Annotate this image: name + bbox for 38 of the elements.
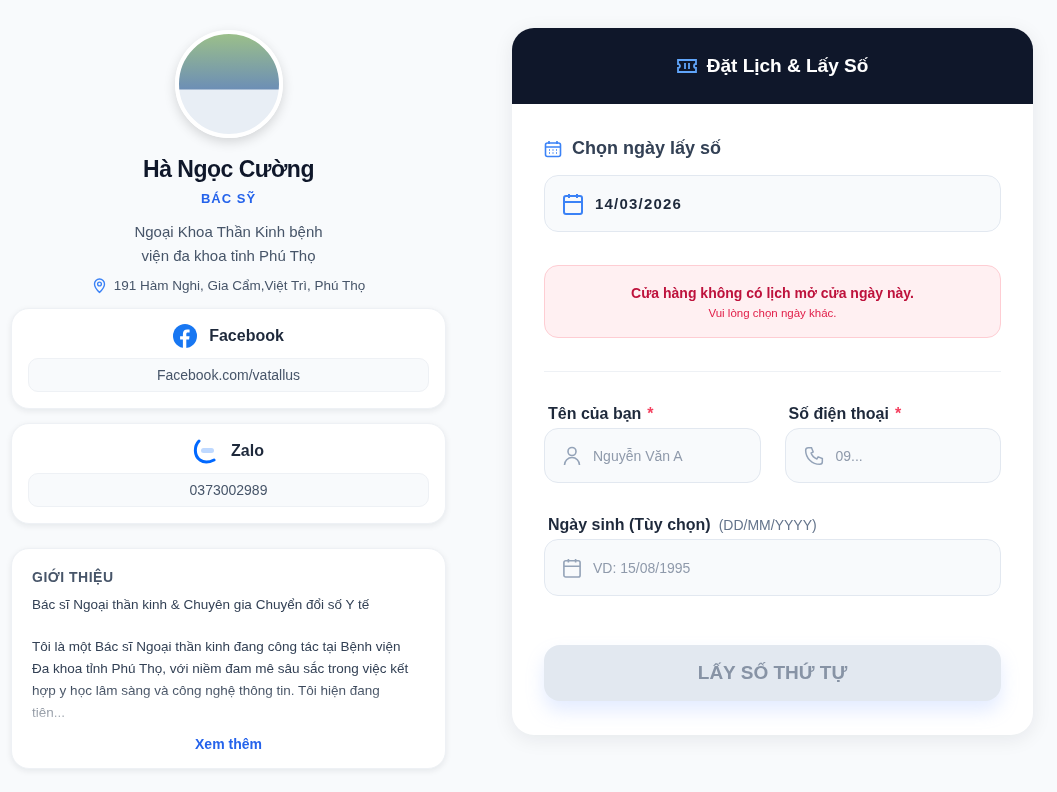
- contact-value: 0373002989: [28, 473, 429, 507]
- name-field[interactable]: Nguyễn Văn A: [544, 428, 761, 483]
- field-label: Số điện thoại: [788, 405, 889, 423]
- contact-label: Zalo: [231, 442, 264, 460]
- birthday-field[interactable]: VD: 15/08/1995: [544, 539, 1001, 596]
- booking-title: Đặt Lịch & Lấy Số: [706, 55, 869, 77]
- date-value: 14/03/2026: [595, 195, 683, 212]
- contact-label: Facebook: [209, 327, 284, 345]
- calendar-icon: [544, 139, 562, 158]
- intro-text: Tôi là một Bác sĩ Ngoại thần kinh đang công tác tại Bệnh viện Đa khoa tỉnh Phú Thọ, với niềm đam mê sâu sắc trong việc kết hợp y học lâm sàng và công nghệ thông tin. Tôi hiện đang tiên...: [32, 638, 410, 722]
- field-label: Ngày sinh (Tùy chọn): [548, 516, 711, 534]
- field-label: Tên của bạn: [548, 405, 642, 423]
- calendar-icon: [563, 192, 583, 215]
- phone-icon: [803, 445, 824, 466]
- date-label: Chọn ngày lấy số: [572, 138, 722, 159]
- placeholder-text: Nguyễn Văn A: [593, 447, 683, 464]
- required-mark: *: [647, 405, 654, 423]
- address-text: 191 Hàm Nghi, Gia Cẩm,Việt Trì, Phú Thọ: [113, 278, 366, 293]
- person-icon: [563, 445, 581, 466]
- intro-tagline: Bác sĩ Ngoại thần kinh & Chuyên gia Chuyển đổi số Y tế: [32, 597, 371, 612]
- facebook-logo-icon: [173, 324, 198, 348]
- doctor-name: Hà Ngọc Cường: [143, 156, 314, 183]
- doctor-specialty: Ngoại Khoa Thần Kinh bệnh viện đa khoa tỉnh Phú Thọ: [133, 222, 324, 266]
- doctor-role: BÁC SỸ: [200, 191, 257, 206]
- placeholder-text: VD: 15/08/1995: [593, 559, 691, 576]
- required-mark: *: [894, 405, 902, 423]
- alert-title: Cửa hàng không có lịch mở cửa ngày này.: [631, 284, 914, 301]
- calendar-icon: [563, 557, 581, 578]
- contact-value: Facebook.com/vatallus: [28, 358, 429, 392]
- date-field[interactable]: 14/03/2026: [544, 175, 1001, 232]
- intro-heading: GIỚI THIỆU: [32, 569, 115, 585]
- alert-message: Vui lòng chọn ngày khác.: [708, 306, 837, 319]
- placeholder-text: 09...: [835, 447, 863, 464]
- location-pin-icon: [91, 277, 107, 294]
- see-more-link[interactable]: Xem thêm: [195, 736, 262, 752]
- format-hint: (DD/MM/YYYY): [718, 517, 817, 533]
- ticket-icon: [676, 59, 697, 73]
- phone-field[interactable]: 09...: [784, 428, 1001, 483]
